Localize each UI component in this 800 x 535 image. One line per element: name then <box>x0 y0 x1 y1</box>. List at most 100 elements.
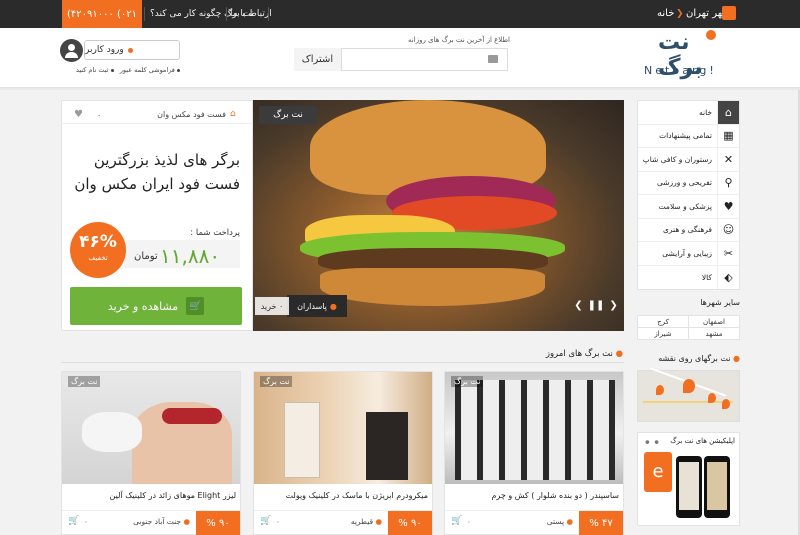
forgot-password-link[interactable]: فراموشی کلمه عبور <box>120 66 175 74</box>
city-link[interactable]: کرج <box>637 315 689 328</box>
deal-card[interactable]: نت برگ لیزر Elight موهای زائد در کلینیک … <box>61 371 241 535</box>
bullet-icon: ● <box>615 349 623 359</box>
like-count: ۰ <box>97 111 102 120</box>
discount-label: تخفیف <box>88 254 108 262</box>
grid-icon: ▦ <box>717 124 739 148</box>
apple-android-icon: ⚫ ⚫ <box>644 438 660 447</box>
sidebar-item-label: فرهنگی و هنری <box>663 225 712 235</box>
city-link[interactable]: مشهد <box>688 327 740 340</box>
subscribe-note: اطلاع از آخرین نت برگ های روزانه <box>408 36 510 44</box>
sidebar-item-label: پزشکی و سلامت <box>658 201 712 211</box>
sidebar-item-goods[interactable]: کالا ⬖ <box>638 265 739 290</box>
device-image <box>366 412 408 480</box>
deal-card-footer: ۹۰ % ● جنت آباد جنوبی 🛒 ۰ <box>62 510 240 535</box>
divider <box>144 7 145 21</box>
buy-label: مشاهده و خرید <box>107 299 179 313</box>
map-marker-icon <box>708 393 716 403</box>
today-deals-title: ● نت برگ های امروز <box>540 349 623 359</box>
sidebar-item-culture[interactable]: فرهنگی و هنری ☺ <box>638 218 739 242</box>
cart-icon[interactable]: 🛒 <box>260 516 271 526</box>
sidebar-item-label: کالا <box>701 272 712 282</box>
cart-icon[interactable]: 🛒 <box>68 516 79 526</box>
login-button[interactable]: ورود کاربر <box>84 40 180 60</box>
phone-number[interactable]: ۰۲۱) ۴۲۰۹۱۰۰۰) <box>62 0 142 28</box>
deal-card-location: ● جنت آباد جنوبی <box>133 517 190 526</box>
deals-map[interactable] <box>637 367 740 422</box>
map-widget-title: ● نت برگهای روی نقشه <box>637 354 740 363</box>
card-brand-logo: نت برگ <box>68 376 101 387</box>
prev-arrow-icon[interactable]: ❮ <box>574 300 582 311</box>
slider-controls: ❮ ❚❚ ❯ <box>574 298 618 312</box>
burger-bun-bottom-image <box>320 268 545 306</box>
cart-icon[interactable]: 🛒 <box>451 516 462 526</box>
phone-mockup-image <box>676 456 702 518</box>
sidebar-item-label: تفریحی و ورزشی <box>657 178 712 188</box>
sidebar-item-beauty[interactable]: زیبایی و آرایشی ✂ <box>638 241 739 266</box>
sidebar-item-all-deals[interactable]: تمامی پیشنهادات ▦ <box>638 124 739 148</box>
home-icon: ⌂ <box>230 109 236 119</box>
bullet-icon <box>127 47 133 53</box>
sidebar-item-sports[interactable]: تفریحی و ورزشی ⚲ <box>638 171 739 195</box>
map-marker-icon <box>683 379 695 393</box>
tag-icon: ⬖ <box>717 265 739 289</box>
deal-card-footer: ۴۷ % ● پستی 🛒 ۰ <box>445 510 623 535</box>
deal-card[interactable]: نت برگ ساسپندر ( دو بنده شلوار ) کش و چر… <box>444 371 624 535</box>
sidebar-item-health[interactable]: پزشکی و سلامت ♥ <box>638 194 739 219</box>
deal-card-discount: ۴۷ % <box>579 511 623 535</box>
logo[interactable]: نت برگ Netbarg! <box>640 30 740 82</box>
phone-mockup-image <box>704 456 730 518</box>
city-link[interactable]: اصفهان <box>688 315 740 328</box>
card-brand-logo: نت برگ <box>451 376 484 387</box>
deal-card[interactable]: نت برگ میکرودرم ابریژن با ماسک در کلینیک… <box>253 371 433 535</box>
bicycle-icon: ⚲ <box>717 171 739 195</box>
subscribe-button[interactable]: اشتراک <box>294 48 342 71</box>
view-and-buy-button[interactable]: 🛒 مشاهده و خرید <box>70 287 242 325</box>
deal-title[interactable]: برگر های لذیذ بزرگترین فست فود ایران مکس… <box>64 148 240 196</box>
deal-card-image: نت برگ <box>254 372 432 484</box>
sidebar-item-label: تمامی پیشنهادات <box>659 131 712 141</box>
section-divider <box>61 362 624 363</box>
deal-card-title: لیزر Elight موهای زائد در کلینیک آلین <box>109 491 236 500</box>
map-marker-icon <box>722 399 730 409</box>
deal-card-image: نت برگ <box>445 372 623 484</box>
home-icon[interactable] <box>722 6 736 20</box>
sidebar-item-restaurant[interactable]: رستوران و کافی شاپ ✕ <box>638 147 739 172</box>
cutlery-icon: ✕ <box>717 147 739 171</box>
deal-card-count: ۰ <box>467 518 471 526</box>
people-image <box>455 380 615 480</box>
sidebar-item-label: خانه <box>698 107 712 117</box>
heart-icon[interactable]: ♥ <box>74 109 83 120</box>
sidebar-item-home[interactable]: خانه ⌂ <box>638 100 739 125</box>
home-link[interactable]: خانه <box>657 8 674 19</box>
scissors-icon: ✂ <box>717 241 739 265</box>
currency-label: تومان <box>134 251 158 262</box>
other-cities-title: سایر شهرها <box>700 298 740 307</box>
deal-price: ۱۱,۸۸۰ <box>160 244 221 268</box>
register-link[interactable]: ثبت نام کنید <box>76 66 109 74</box>
deal-card-discount: ۹۰ % <box>196 511 240 535</box>
logo-latin: Netbarg! <box>644 64 717 77</box>
card-brand-logo: نت برگ <box>260 376 293 387</box>
location-pin-icon: ● <box>733 354 740 363</box>
pause-icon[interactable]: ❚❚ <box>588 300 605 311</box>
logo-dot-icon <box>706 30 716 40</box>
map-widget-label: نت برگهای روی نقشه <box>658 354 731 363</box>
deal-card-count: ۰ <box>84 518 88 526</box>
city-link[interactable]: شیراز <box>637 327 689 340</box>
discount-percent: ۴۶% <box>79 232 117 252</box>
cart-icon: 🛒 <box>186 297 205 315</box>
pay-label: پرداخت شما : <box>190 228 240 238</box>
app-logo-icon: e <box>644 452 672 492</box>
deal-category[interactable]: فست فود مکس وان <box>150 110 226 119</box>
contact-link[interactable]: ارتباط با ما <box>230 9 272 19</box>
bullet-icon <box>110 69 114 72</box>
glove-image <box>82 412 142 452</box>
next-arrow-icon[interactable]: ❯ <box>609 300 617 311</box>
sidebar-item-label: زیبایی و آرایشی <box>662 248 712 258</box>
header-divider <box>0 88 800 90</box>
deal-card-discount: ۹۰ % <box>388 511 432 535</box>
deal-card-title: ساسپندر ( دو بنده شلوار ) کش و چرم <box>491 491 619 500</box>
deal-location-text: پاسداران <box>297 301 327 311</box>
home-icon: ⌂ <box>717 100 739 124</box>
phone-text: ۰۲۱) ۴۲۰۹۱۰۰۰) <box>66 8 138 20</box>
